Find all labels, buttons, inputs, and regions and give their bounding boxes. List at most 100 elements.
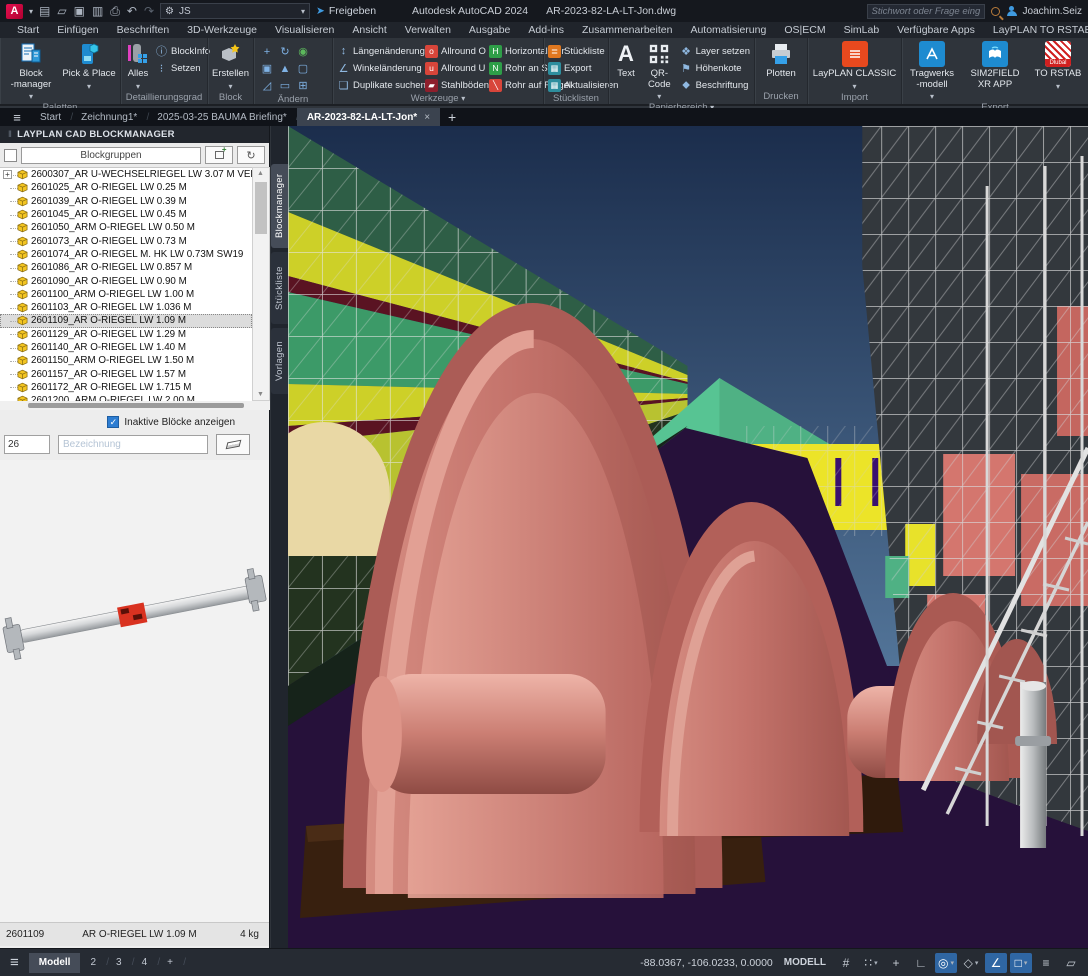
side-tab-blockmanager[interactable]: Blockmanager — [271, 164, 288, 248]
block-tree-item[interactable]: 2601150_ARM O-RIEGEL LW 1.50 M — [0, 354, 252, 367]
setzen-button[interactable]: ⁝ Setzen — [155, 60, 210, 76]
layer-setzen-button[interactable]: ❖ Layer setzen — [680, 43, 750, 59]
block-tree-item[interactable]: 2601039_AR O-RIEGEL LW 0.39 M — [0, 195, 252, 208]
ribbon-tab[interactable]: LayPLAN TO RSTAB — [984, 22, 1088, 38]
panel-title-werkzeuge[interactable]: Werkzeuge — [337, 93, 539, 105]
polar-array-icon[interactable]: ◉ — [294, 43, 312, 60]
tragwerksmodell-button[interactable]: Tragwerks -modell — [906, 40, 958, 102]
ribbon-tab[interactable]: Start — [8, 22, 48, 38]
copy-icon[interactable]: ▣ — [258, 60, 276, 77]
open-file-icon[interactable]: ▱ — [57, 4, 66, 18]
text-button[interactable]: A Text — [613, 40, 639, 80]
block-tree-item[interactable]: 2601200_ARM O-RIEGEL LW 2.00 M — [0, 394, 252, 401]
select-all-checkbox[interactable] — [4, 149, 17, 162]
block-tree-item[interactable]: 2600307_AR U-WECHSELRIEGEL LW 3.07 M VER… — [0, 168, 252, 181]
file-tabs-menu-icon[interactable]: ≡ — [4, 108, 30, 126]
block-tree-item[interactable]: 2601129_AR O-RIEGEL LW 1.29 M — [0, 328, 252, 341]
save-as-icon[interactable]: ▥ — [92, 4, 103, 18]
layout-menu-icon[interactable]: ≡ — [6, 954, 27, 971]
ribbon-tab[interactable]: 3D-Werkzeuge — [178, 22, 266, 38]
ribbon-tab[interactable]: Automatisierung — [681, 22, 775, 38]
laengenaenderung-button[interactable]: ↕ Längenänderung — [337, 43, 423, 59]
ribbon-tab[interactable]: Visualisieren — [266, 22, 343, 38]
layout-tab[interactable]: 2 — [80, 953, 106, 973]
stretch-icon[interactable]: ◿ — [258, 77, 276, 94]
sim2field-button[interactable]: SIM2FIELD XR APP — [964, 40, 1026, 90]
new-file-icon[interactable]: ▤ — [39, 4, 50, 18]
blockgruppen-dropdown[interactable]: Blockgruppen — [21, 147, 201, 164]
file-tab[interactable]: Zeichnung1* — [71, 108, 147, 126]
ribbon-tab[interactable]: OS|ECM — [775, 22, 834, 38]
alles-button[interactable]: Alles — [125, 40, 151, 92]
layplan-classic-button[interactable]: LayPLAN CLASSIC — [812, 40, 897, 92]
block-tree-item[interactable]: 2601050_ARM O-RIEGEL LW 0.50 M — [0, 221, 252, 234]
file-tab[interactable]: Start — [30, 108, 71, 126]
layout-tab[interactable]: Modell — [29, 953, 81, 973]
share-button[interactable]: ➤ Freigeben — [316, 5, 376, 17]
erstellen-button[interactable]: Erstellen — [212, 40, 249, 92]
pick-and-place-button[interactable]: Pick & Place — [62, 40, 116, 92]
redo-icon[interactable]: ↷ — [144, 4, 154, 18]
layout-tab[interactable]: 3 — [106, 953, 132, 973]
search-icon[interactable] — [991, 7, 1000, 16]
ribbon-tab[interactable]: Zusammenarbeiten — [573, 22, 681, 38]
mirror-icon[interactable]: ▲ — [276, 60, 294, 77]
file-tab[interactable]: AR-2023-82-LA-LT-Jon* — [297, 108, 440, 126]
stahlboeden-button[interactable]: ▰ Stahlböden — [425, 77, 487, 93]
help-search-input[interactable] — [867, 4, 985, 19]
selection-cycling-toggle[interactable]: ▱ — [1060, 953, 1082, 973]
file-tab[interactable]: 2025-03-25 BAUMA Briefing* — [147, 108, 297, 126]
new-drawing-tab-button[interactable]: + — [440, 108, 464, 126]
rectangular-array-icon[interactable]: ⊞ — [294, 77, 312, 94]
ribbon-tab[interactable]: Ansicht — [343, 22, 395, 38]
tree-horizontal-scrollbar[interactable] — [0, 401, 270, 410]
block-search-input[interactable] — [58, 435, 208, 454]
hoehenkote-button[interactable]: ⚑ Höhenkote — [680, 60, 750, 76]
object-snap-toggle[interactable]: □▾ — [1010, 953, 1032, 973]
app-logo-icon[interactable]: A — [6, 4, 23, 19]
signed-in-user[interactable]: Joachim.Seiz — [1023, 6, 1082, 17]
plotten-button[interactable]: Plotten — [759, 40, 803, 80]
block-tree-item[interactable]: 2601157_AR O-RIEGEL LW 1.57 M — [0, 367, 252, 380]
close-icon[interactable] — [424, 112, 430, 123]
block-tree-item[interactable]: 2601073_AR O-RIEGEL LW 0.73 M — [0, 234, 252, 247]
app-menu-caret-icon[interactable] — [29, 5, 33, 17]
snap-toggle[interactable]: ∷▾ — [860, 953, 882, 973]
qr-code-button[interactable]: QR-Code — [643, 40, 676, 102]
isodraft-toggle[interactable]: ◇▾ — [960, 953, 982, 973]
clear-filter-button[interactable] — [216, 434, 250, 455]
ribbon-tab[interactable]: Add-ins — [519, 22, 573, 38]
block-tree-item[interactable]: 2601086_AR O-RIEGEL LW 0.857 M — [0, 261, 252, 274]
ribbon-tab[interactable]: Verwalten — [396, 22, 460, 38]
ribbon-tab[interactable]: SimLab — [835, 22, 889, 38]
horizontalrohr-button[interactable]: H Horizontalrohr — [489, 43, 547, 59]
ribbon-tab[interactable]: Beschriften — [108, 22, 179, 38]
side-tab-vorlagen[interactable]: Vorlagen — [271, 328, 288, 394]
duplikate-suchen-button[interactable]: ❏ Duplikate suchen — [337, 77, 423, 93]
side-tab-stueckliste[interactable]: Stückliste — [271, 252, 288, 324]
beschriftung-button[interactable]: ⬥ Beschriftung — [680, 77, 750, 93]
block-tree-item[interactable]: 2601074_AR O-RIEGEL M. HK LW 0.73M SW19 — [0, 248, 252, 261]
winkelaenderung-button[interactable]: ∠ Winkeländerung — [337, 60, 423, 76]
block-tree-item[interactable]: 2601100_ARM O-RIEGEL LW 1.00 M — [0, 288, 252, 301]
ortho-toggle[interactable]: ∟ — [910, 953, 932, 973]
refresh-button[interactable]: ↻ — [237, 146, 265, 164]
aktualisieren-button[interactable]: ▦ Aktualisieren — [548, 77, 618, 93]
viewport-3d[interactable] — [288, 126, 1088, 948]
print-icon[interactable]: ⎙ — [110, 4, 120, 19]
3d-mirror-icon[interactable]: ▢ — [294, 60, 312, 77]
block-tree-item[interactable]: 2601172_AR O-RIEGEL LW 1.715 M — [0, 381, 252, 394]
export-stueckliste-button[interactable]: ▦ Export — [548, 60, 618, 76]
rohr-auf-riegel-button[interactable]: ╲ Rohr auf Riegel — [489, 77, 547, 93]
allround-u-button[interactable]: u Allround U — [425, 60, 487, 76]
stueckliste-button[interactable]: ≣ Stückliste — [548, 43, 618, 59]
model-space-label[interactable]: MODELL — [784, 957, 826, 968]
show-inactive-checkbox[interactable] — [107, 416, 119, 428]
blockinfo-button[interactable]: ⓘ BlockInfo — [155, 43, 210, 59]
block-tree-item[interactable]: 2601103_AR O-RIEGEL LW 1.036 M — [0, 301, 252, 314]
tree-expander-icon[interactable] — [3, 170, 12, 179]
undo-icon[interactable]: ↶ — [127, 4, 137, 18]
dynamic-input-toggle[interactable]: + — [885, 953, 907, 973]
block-tree-item[interactable]: 2601090_AR O-RIEGEL LW 0.90 M — [0, 274, 252, 287]
offset-icon[interactable]: ▭ — [276, 77, 294, 94]
